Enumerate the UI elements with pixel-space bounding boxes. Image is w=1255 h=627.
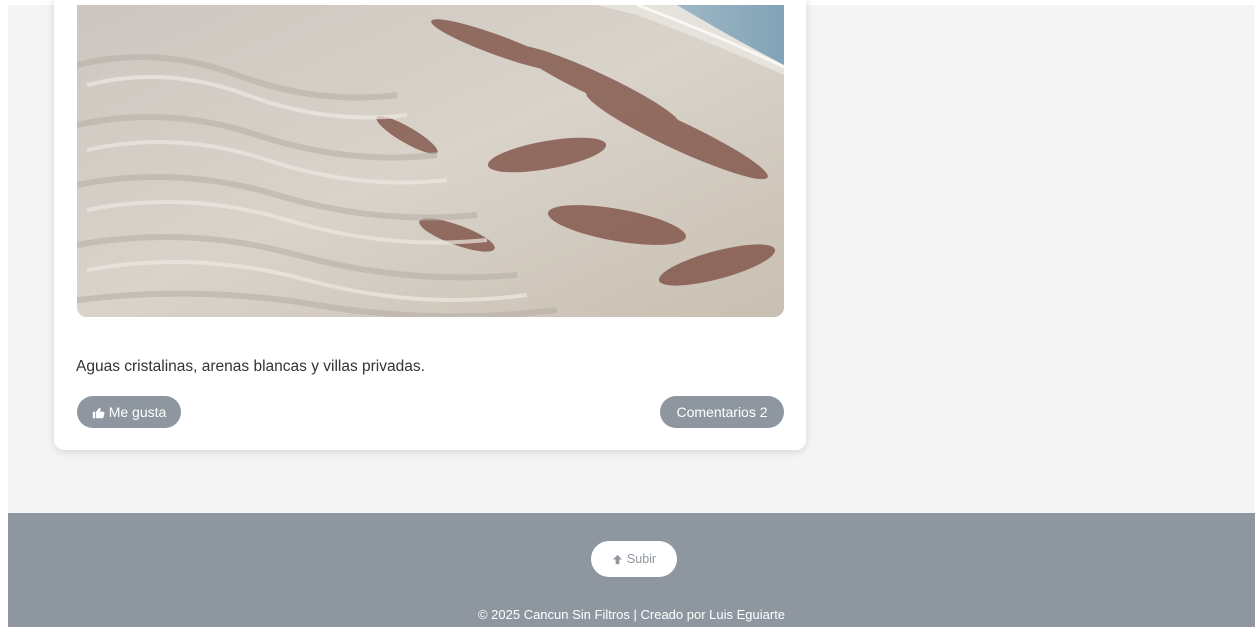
like-button[interactable]: Me gusta xyxy=(77,396,181,428)
like-label: Me gusta xyxy=(108,404,167,420)
scroll-up-button[interactable]: Subir xyxy=(591,541,677,577)
post-caption: Aguas cristalinas, arenas blancas y vill… xyxy=(76,358,425,375)
scroll-up-label: Subir xyxy=(626,552,657,566)
beach-photo-illustration xyxy=(77,5,784,317)
post-card: Aguas cristalinas, arenas blancas y vill… xyxy=(54,0,806,450)
arrow-up-icon xyxy=(612,554,622,564)
comments-label: Comentarios 2 xyxy=(676,404,768,420)
site-footer: Subir © 2025 Cancun Sin Filtros | Creado… xyxy=(8,513,1255,627)
comments-button[interactable]: Comentarios 2 xyxy=(660,396,784,428)
thumbs-up-icon xyxy=(92,407,105,418)
page: Aguas cristalinas, arenas blancas y vill… xyxy=(8,0,1255,627)
copyright-text: © 2025 Cancun Sin Filtros | Creado por L… xyxy=(477,607,786,622)
post-photo xyxy=(77,5,784,317)
